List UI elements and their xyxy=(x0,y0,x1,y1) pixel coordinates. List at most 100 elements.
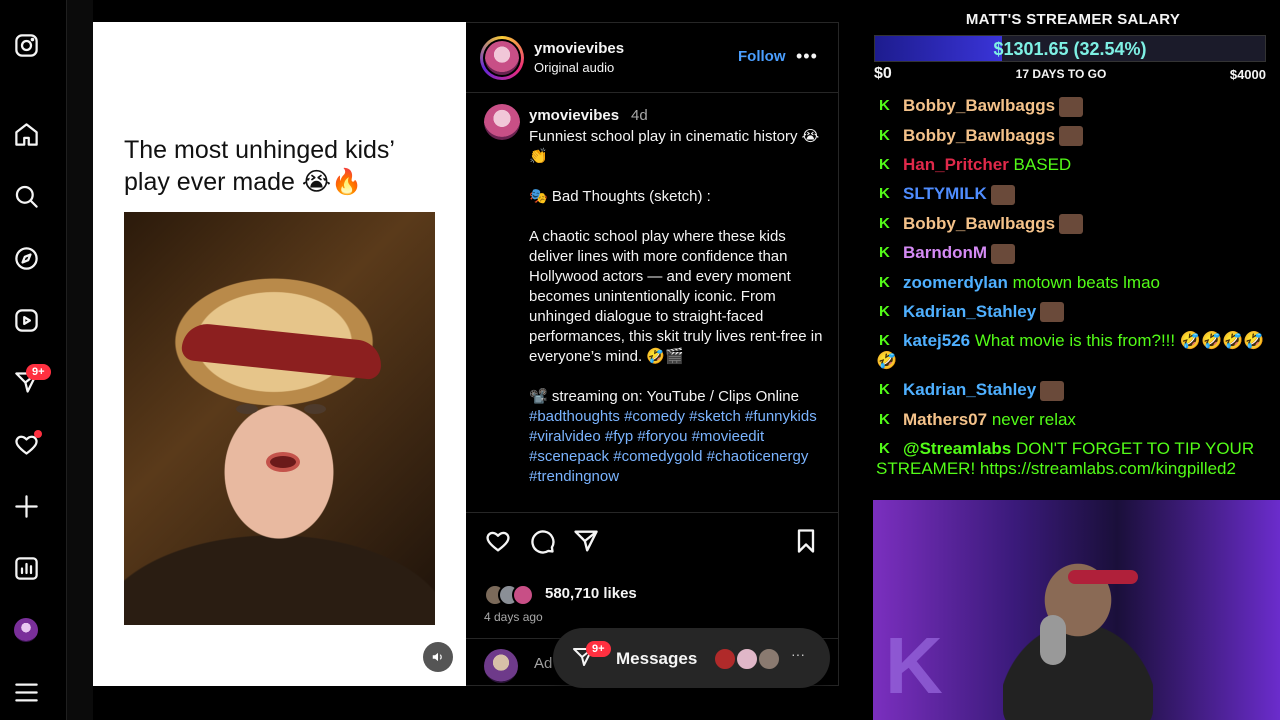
follow-button[interactable]: Follow xyxy=(738,48,786,65)
chat-emote-icon xyxy=(1040,302,1065,323)
caption-avatar[interactable] xyxy=(484,104,520,140)
goal-days: 17 DAYS TO GO xyxy=(1015,67,1107,81)
viewer-avatar xyxy=(484,649,518,683)
kick-badge-icon: K xyxy=(879,332,890,350)
chat-username[interactable]: Kadrian_Stahley xyxy=(903,302,1036,321)
chat-username[interactable]: zoomerdylan xyxy=(903,273,1008,292)
share-icon[interactable] xyxy=(572,527,600,555)
kick-badge-icon: K xyxy=(879,439,890,457)
menu-icon[interactable] xyxy=(10,676,42,708)
chat-username[interactable]: Kadrian_Stahley xyxy=(903,380,1036,399)
chat-message: K BarndonM xyxy=(876,243,1276,264)
bandana-shape xyxy=(180,321,384,381)
chat-text: never relax xyxy=(987,409,1076,429)
bookmark-icon[interactable] xyxy=(792,527,820,555)
chat-feed: K Bobby_Bawlbaggs K Bobby_Bawlbaggs K Han_Pri… xyxy=(876,96,1276,488)
reels-icon[interactable] xyxy=(10,304,42,336)
streamer-figure xyxy=(1003,530,1153,720)
instagram-logo-icon[interactable] xyxy=(10,29,42,61)
chat-emote-icon xyxy=(1040,380,1065,401)
message-avatar xyxy=(735,647,759,671)
media-title: The most unhinged kids’ play ever made 😭… xyxy=(124,136,395,196)
kick-badge-icon: K xyxy=(879,244,890,262)
chat-message: K Bobby_Bawlbaggs xyxy=(876,214,1276,235)
like-icon[interactable] xyxy=(484,527,512,555)
caption-text: Funniest school play in cinematic histor… xyxy=(529,127,825,487)
author-username[interactable]: ymovievibes xyxy=(534,40,624,57)
chat-emote-icon xyxy=(1059,214,1084,235)
caption-time: 4d xyxy=(631,107,648,124)
kick-badge-icon: K xyxy=(879,302,890,320)
chat-message: K Bobby_Bawlbaggs xyxy=(876,126,1276,147)
microphone xyxy=(1040,615,1066,665)
home-icon[interactable] xyxy=(10,118,42,150)
kick-badge-icon: K xyxy=(879,185,890,203)
chat-message: K Mathers07 never relax xyxy=(876,410,1276,430)
chat-message: K Kadrian_Stahley xyxy=(876,380,1276,401)
more-options-button[interactable]: ••• xyxy=(796,46,818,67)
explore-icon[interactable] xyxy=(10,242,42,274)
post-media[interactable]: The most unhinged kids’ play ever made 😭… xyxy=(93,22,466,686)
chat-text: BASED xyxy=(1008,155,1072,175)
likes-count[interactable]: 580,710 likes xyxy=(545,585,637,602)
chat-message: K Han_Pritcher BASED xyxy=(876,155,1276,175)
messages-label: Messages xyxy=(616,649,698,668)
chat-username[interactable]: Bobby_Bawlbaggs xyxy=(903,214,1055,233)
audio-label[interactable]: Original audio xyxy=(534,60,614,75)
goal-title: MATT'S STREAMER SALARY xyxy=(965,11,1181,28)
goal-progress-bar: $1301.65 (32.54%) xyxy=(874,35,1266,62)
chat-username[interactable]: @Streamlabs xyxy=(903,439,1011,458)
messages-badge: 9+ xyxy=(26,364,51,380)
kick-logo-backdrop: K xyxy=(885,621,943,710)
author-avatar[interactable] xyxy=(480,36,524,80)
hashtags[interactable]: #badthoughts #comedy #sketch #funnykids … xyxy=(529,408,821,485)
kick-badge-icon: K xyxy=(879,126,890,144)
mute-toggle-button[interactable] xyxy=(423,642,453,672)
search-icon[interactable] xyxy=(10,180,42,212)
comment-icon[interactable] xyxy=(528,527,556,555)
eye-shape xyxy=(304,404,326,414)
post-header: ymovievibes Original audio Follow ••• xyxy=(466,23,838,93)
kick-badge-icon: K xyxy=(879,381,890,399)
chat-username[interactable]: BarndonM xyxy=(903,243,987,262)
chat-emote-icon xyxy=(991,243,1016,264)
post-date: 4 days ago xyxy=(484,610,543,624)
webcam-feed: K xyxy=(873,500,1280,720)
chat-emote-icon xyxy=(990,184,1015,205)
goal-amount: $1301.65 (32.54%) xyxy=(993,39,1147,59)
speaker-icon xyxy=(432,652,442,662)
chat-username[interactable]: SLTYMILK xyxy=(903,184,987,203)
dashboard-icon[interactable] xyxy=(10,552,42,584)
video-frame[interactable] xyxy=(124,212,435,625)
chat-username[interactable]: Bobby_Bawlbaggs xyxy=(903,96,1055,115)
post-details: ymovievibes Original audio Follow ••• ym… xyxy=(466,22,839,686)
chat-message: K @Streamlabs DON'T FORGET TO TIP YOUR ST… xyxy=(876,439,1276,479)
comment-input[interactable]: Ad xyxy=(534,655,552,672)
liker-avatars[interactable] xyxy=(484,584,542,606)
messages-pill-badge: 9+ xyxy=(586,641,611,657)
kick-badge-icon: K xyxy=(879,214,890,232)
chat-username[interactable]: Han_Pritcher xyxy=(903,155,1009,174)
chat-username[interactable]: katej526 xyxy=(903,331,970,350)
chat-username[interactable]: Mathers07 xyxy=(903,410,987,429)
messages-pill[interactable]: 9+ Messages ··· xyxy=(553,628,830,688)
kick-badge-icon: K xyxy=(879,97,890,114)
goal-max: $4000 xyxy=(1229,67,1266,82)
caption-area[interactable]: ymovievibes 4d Funniest school play in c… xyxy=(466,94,838,512)
streamer-glasses xyxy=(1068,570,1138,584)
chat-text: motown beats lmao xyxy=(1007,272,1160,292)
notification-dot xyxy=(34,430,42,438)
caption-body: Funniest school play in cinematic histor… xyxy=(529,128,823,405)
chat-emote-icon xyxy=(1059,96,1084,117)
create-icon[interactable] xyxy=(10,490,42,522)
chat-message: K Kadrian_Stahley xyxy=(876,302,1276,323)
eye-shape xyxy=(236,404,258,414)
messages-more[interactable]: ··· xyxy=(791,646,805,662)
kick-badge-icon: K xyxy=(879,273,890,291)
kick-badge-icon: K xyxy=(879,156,890,174)
chat-message: Kzoomerdylan motown beats lmao xyxy=(876,273,1276,293)
profile-avatar[interactable] xyxy=(14,618,38,642)
chat-username[interactable]: Bobby_Bawlbaggs xyxy=(903,126,1055,145)
caption-username[interactable]: ymovievibes xyxy=(529,107,619,124)
backdrop xyxy=(67,0,93,720)
